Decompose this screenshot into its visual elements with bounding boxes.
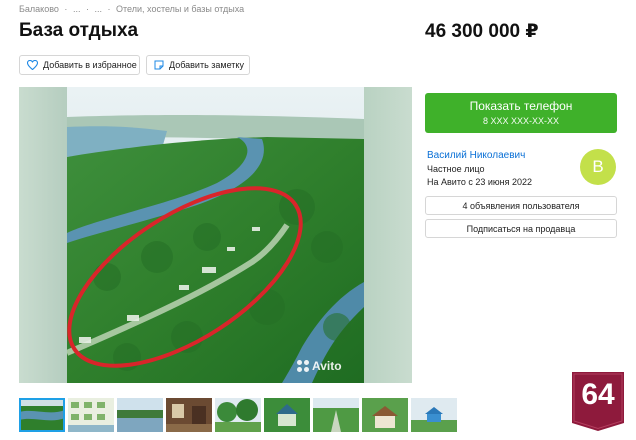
note-icon xyxy=(154,60,164,70)
seller-type: Частное лицо xyxy=(427,164,485,174)
breadcrumb-item-city[interactable]: Балаково xyxy=(19,4,59,14)
add-note-button[interactable]: Добавить заметку xyxy=(146,55,250,75)
thumbnail-cabin[interactable] xyxy=(362,398,408,432)
photo-gallery[interactable]: Avito xyxy=(19,87,412,383)
thumbnail-strip xyxy=(19,398,457,432)
main-photo[interactable]: Avito xyxy=(67,87,364,383)
price: 46 300 000 ₽ xyxy=(425,21,539,42)
breadcrumb-separator: · xyxy=(64,4,68,14)
subscribe-seller-button[interactable]: Подписаться на продавца xyxy=(425,219,617,238)
thumbnail-path-trees[interactable] xyxy=(313,398,359,432)
avito-logo-icon xyxy=(297,360,309,372)
thumbnail-river-shore[interactable] xyxy=(117,398,163,432)
page-title: База отдыха xyxy=(19,20,139,41)
thumbnail-interior[interactable] xyxy=(166,398,212,432)
thumbnail-green-house[interactable] xyxy=(264,398,310,432)
seller-avatar[interactable]: В xyxy=(580,149,616,185)
breadcrumb-separator: · xyxy=(107,4,111,14)
breadcrumb-separator: · xyxy=(85,4,89,14)
seller-name-link[interactable]: Василий Николаевич xyxy=(427,150,525,161)
show-phone-button[interactable]: Показать телефон 8 XXX XXX-XX-XX xyxy=(425,93,617,133)
breadcrumb: Балаково · ... · ... · Отели, хостелы и … xyxy=(19,4,247,14)
seller-since: На Авито с 23 июня 2022 xyxy=(427,177,532,187)
add-to-favorites-button[interactable]: Добавить в избранное xyxy=(19,55,140,75)
add-to-favorites-label: Добавить в избранное xyxy=(43,60,137,70)
breadcrumb-item-category[interactable]: Отели, хостелы и базы отдыха xyxy=(116,4,244,14)
thumbnail-aerial-river[interactable] xyxy=(19,398,65,432)
masked-phone-number: 8 XXX XXX-XX-XX xyxy=(482,116,560,126)
heart-icon xyxy=(27,60,38,70)
add-note-label: Добавить заметку xyxy=(169,60,244,70)
region-64-logo: 64 xyxy=(568,369,628,433)
thumbnail-blue-house[interactable] xyxy=(411,398,457,432)
avito-watermark: Avito xyxy=(297,359,342,373)
region-64-logo-text: 64 xyxy=(581,378,615,411)
breadcrumb-item[interactable]: ... xyxy=(73,4,81,14)
seller-ads-button[interactable]: 4 объявления пользователя xyxy=(425,196,617,215)
gallery-prev-area[interactable] xyxy=(19,87,67,383)
breadcrumb-item[interactable]: ... xyxy=(94,4,102,14)
thumbnail-trees[interactable] xyxy=(215,398,261,432)
aerial-photo-illustration xyxy=(67,87,364,383)
show-phone-label: Показать телефон xyxy=(469,99,573,113)
gallery-next-area[interactable] xyxy=(364,87,412,383)
thumbnail-site-plan[interactable] xyxy=(68,398,114,432)
